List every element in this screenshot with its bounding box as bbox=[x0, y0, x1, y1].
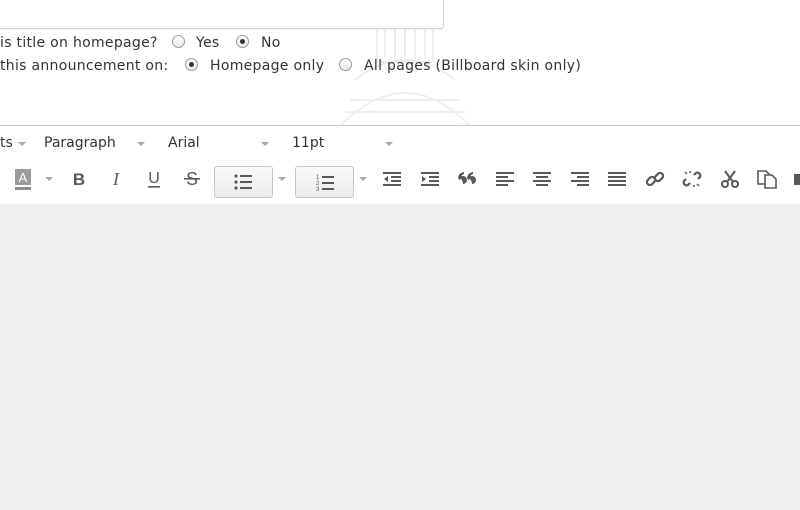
text-color-caret-icon[interactable] bbox=[45, 177, 53, 181]
blockquote-icon bbox=[458, 172, 476, 184]
bullet-list-caret-icon[interactable] bbox=[278, 177, 286, 181]
show-title-yes-label[interactable]: Yes bbox=[196, 35, 220, 51]
svg-text:A: A bbox=[19, 170, 28, 185]
show-title-no-label[interactable]: No bbox=[261, 35, 281, 51]
formats-menu[interactable]: ts bbox=[0, 135, 13, 151]
show-title-label: is title on homepage? bbox=[0, 35, 158, 51]
strikethrough-button[interactable]: S bbox=[177, 164, 207, 194]
indent-button[interactable] bbox=[415, 164, 445, 194]
copy-button[interactable] bbox=[752, 164, 782, 194]
toolbar-menus: ts Paragraph Arial 11pt bbox=[0, 125, 800, 161]
homepage-only-label[interactable]: Homepage only bbox=[210, 58, 324, 74]
svg-text:B: B bbox=[73, 170, 85, 188]
font-size-select[interactable]: 11pt bbox=[292, 135, 324, 151]
display-label: this announcement on: bbox=[0, 58, 169, 74]
block-format-select[interactable]: Paragraph bbox=[44, 135, 116, 151]
blockquote-button[interactable] bbox=[452, 164, 482, 194]
strikethrough-icon: S bbox=[184, 169, 200, 189]
toolbar-buttons: A B I U S 1 2 3 bbox=[0, 161, 800, 201]
outdent-button[interactable] bbox=[377, 164, 407, 194]
align-center-button[interactable] bbox=[527, 164, 557, 194]
justify-icon bbox=[608, 172, 626, 186]
underline-icon: U bbox=[148, 170, 160, 188]
font-family-select[interactable]: Arial bbox=[168, 135, 200, 151]
scissors-icon bbox=[721, 170, 739, 188]
all-pages-label[interactable]: All pages (Billboard skin only) bbox=[364, 58, 581, 74]
italic-button[interactable]: I bbox=[101, 164, 131, 194]
svg-text:3: 3 bbox=[316, 187, 320, 193]
align-right-button[interactable] bbox=[565, 164, 595, 194]
align-center-icon bbox=[533, 172, 551, 186]
numbered-list-caret-icon[interactable] bbox=[359, 177, 367, 181]
text-color-button[interactable]: A bbox=[8, 164, 38, 194]
svg-text:U: U bbox=[148, 170, 160, 187]
text-color-icon: A bbox=[15, 169, 31, 190]
font-family-caret-icon[interactable] bbox=[261, 142, 269, 146]
editor-content-area[interactable] bbox=[0, 204, 800, 510]
bold-button[interactable]: B bbox=[64, 164, 94, 194]
numbered-list-button[interactable]: 1 2 3 bbox=[295, 166, 354, 198]
indent-icon bbox=[421, 172, 439, 186]
formats-caret-icon[interactable] bbox=[18, 142, 26, 146]
italic-icon: I bbox=[112, 170, 120, 188]
description-textarea[interactable] bbox=[0, 0, 444, 29]
bullet-list-icon bbox=[234, 174, 252, 190]
outdent-icon bbox=[383, 172, 401, 186]
svg-text:I: I bbox=[112, 170, 120, 188]
paste-button[interactable] bbox=[790, 164, 800, 194]
bold-icon: B bbox=[73, 170, 85, 188]
block-format-caret-icon[interactable] bbox=[137, 142, 145, 146]
justify-button[interactable] bbox=[602, 164, 632, 194]
homepage-only-radio[interactable] bbox=[185, 58, 198, 71]
all-pages-radio[interactable] bbox=[339, 58, 352, 71]
insert-link-button[interactable] bbox=[640, 164, 670, 194]
bullet-list-button[interactable] bbox=[214, 166, 273, 198]
numbered-list-icon: 1 2 3 bbox=[316, 175, 334, 193]
paste-icon bbox=[794, 174, 800, 185]
font-size-caret-icon[interactable] bbox=[385, 142, 393, 146]
show-title-no-radio[interactable] bbox=[236, 35, 249, 48]
copy-icon bbox=[757, 170, 777, 189]
cut-button[interactable] bbox=[715, 164, 745, 194]
remove-link-button[interactable] bbox=[677, 164, 707, 194]
underline-button[interactable]: U bbox=[139, 164, 169, 194]
unlink-icon bbox=[682, 171, 702, 187]
show-title-yes-radio[interactable] bbox=[172, 35, 185, 48]
align-left-button[interactable] bbox=[490, 164, 520, 194]
align-left-icon bbox=[496, 172, 514, 186]
link-icon bbox=[645, 171, 665, 187]
align-right-icon bbox=[571, 172, 589, 186]
